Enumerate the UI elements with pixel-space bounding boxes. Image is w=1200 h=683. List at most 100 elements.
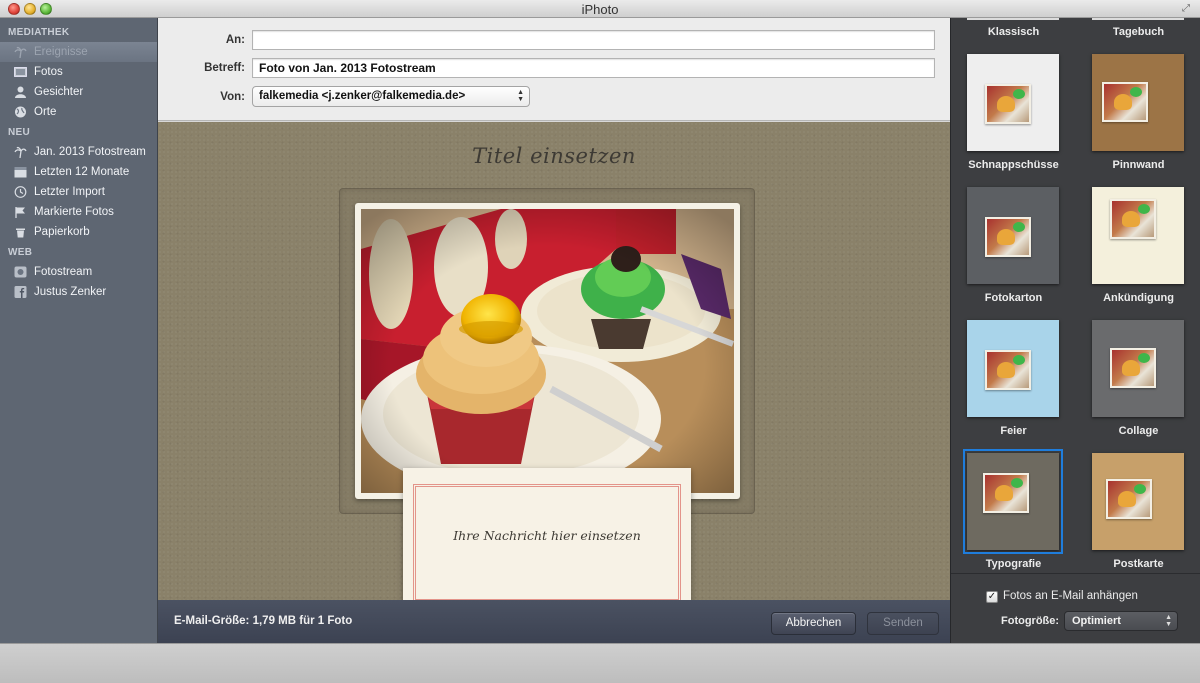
- theme-thumbnail[interactable]: [1092, 54, 1184, 151]
- title-bar: iPhoto ⤢: [0, 0, 1200, 18]
- preview-photo-part: [1011, 478, 1023, 488]
- theme-label: Ankündigung: [1103, 292, 1174, 304]
- theme-preview-photo: [1110, 199, 1156, 239]
- theme-options: ✓ Fotos an E-Mail anhängen Fotogröße: Op…: [951, 573, 1200, 643]
- palm-tree-icon: [14, 46, 27, 58]
- sidebar-item-papierkorb[interactable]: Papierkorb: [0, 222, 157, 242]
- sidebar-item-markierte-fotos[interactable]: Markierte Fotos: [0, 202, 157, 222]
- sidebar-item-label: Markierte Fotos: [34, 206, 114, 218]
- fullscreen-icon[interactable]: ⤢: [1182, 3, 1194, 15]
- subject-label: Betreff:: [204, 62, 245, 74]
- sidebar-item-label: Letzter Import: [34, 186, 105, 198]
- theme-label-klassisch[interactable]: Klassisch: [951, 26, 1076, 38]
- sidebar-item-justus-zenker[interactable]: Justus Zenker: [0, 282, 157, 302]
- photo-size-label: Fotogröße:: [1001, 615, 1060, 627]
- sidebar-item-letzter-import[interactable]: Letzter Import: [0, 182, 157, 202]
- facebook-icon: [14, 286, 27, 298]
- cancel-button[interactable]: Abbrechen: [771, 612, 856, 635]
- subject-input[interactable]: [252, 58, 935, 78]
- sidebar-item-jan-2013-fotostream[interactable]: Jan. 2013 Fotostream: [0, 142, 157, 162]
- theme-collage[interactable]: Collage: [1076, 320, 1200, 453]
- sidebar-item-label: Orte: [34, 106, 57, 118]
- attach-photos-checkbox[interactable]: ✓: [986, 591, 998, 603]
- theme-label-tagebuch[interactable]: Tagebuch: [1076, 26, 1200, 38]
- preview-photo-part: [1134, 484, 1146, 494]
- theme-label: Fotokarton: [984, 292, 1043, 304]
- photos-icon: [14, 67, 27, 77]
- sidebar-item-fotos[interactable]: Fotos: [0, 62, 157, 82]
- email-size-text: E-Mail-Größe: 1,79 MB für 1 Foto: [174, 615, 353, 627]
- from-select[interactable]: falkemedia <j.zenker@falkemedia.de> ▲ ▼: [252, 86, 530, 107]
- theme-preview-photo: [985, 84, 1031, 124]
- preview-photo-part: [997, 96, 1015, 112]
- email-header: An: Betreff: Von: falkemedia <j.zenker@f…: [158, 18, 950, 121]
- sidebar-item-ereignisse[interactable]: Ereignisse: [0, 42, 157, 62]
- message-card[interactable]: Ihre Nachricht hier einsetzen: [403, 468, 691, 600]
- card-canvas: Titel einsetzen Ihre Nachricht hier eins…: [158, 122, 950, 600]
- sidebar-item-label: Fotos: [34, 66, 63, 78]
- theme-preview-photo: [983, 473, 1029, 513]
- preview-photo-part: [995, 485, 1013, 501]
- select-arrows-icon: ▲ ▼: [517, 89, 524, 103]
- photo-size-select[interactable]: Optimiert ▲ ▼: [1064, 611, 1178, 631]
- theme-preview-photo: [985, 350, 1031, 390]
- email-composer: An: Betreff: Von: falkemedia <j.zenker@f…: [158, 18, 950, 643]
- photo-size-value: Optimiert: [1072, 615, 1121, 627]
- sidebar-item-label: Letzten 12 Monate: [34, 166, 130, 178]
- theme-thumbnail[interactable]: [963, 449, 1063, 554]
- preview-photo-part: [1130, 87, 1142, 97]
- sidebar-item-label: Ereignisse: [34, 46, 88, 58]
- theme-label: Pinnwand: [1112, 159, 1165, 171]
- theme-postkarte[interactable]: Postkarte: [1076, 453, 1200, 586]
- theme-thumbnail[interactable]: [967, 187, 1059, 284]
- sidebar-item-label: Gesichter: [34, 86, 84, 98]
- cupcake-image: [361, 209, 734, 493]
- preview-photo-part: [1013, 355, 1025, 365]
- to-label: An:: [225, 34, 245, 46]
- sidebar-item-label: Papierkorb: [34, 226, 90, 238]
- theme-thumbnail[interactable]: [967, 320, 1059, 417]
- theme-ankündigung[interactable]: Ankündigung: [1076, 187, 1200, 320]
- flag-icon: [15, 207, 25, 218]
- theme-typografie[interactable]: Typografie: [951, 449, 1076, 586]
- theme-schnappschüsse[interactable]: Schnappschüsse: [951, 54, 1076, 187]
- theme-thumbnail[interactable]: [967, 54, 1059, 151]
- theme-preview-photo: [985, 217, 1031, 257]
- theme-preview-photo: [1110, 348, 1156, 388]
- preview-photo-part: [1122, 211, 1140, 227]
- theme-label: Schnappschüsse: [968, 159, 1059, 171]
- card-title[interactable]: Titel einsetzen: [158, 144, 950, 168]
- theme-thumbnail[interactable]: [1092, 187, 1184, 284]
- photo-mat: [355, 203, 740, 499]
- from-label: Von:: [220, 91, 245, 103]
- theme-thumb-tagebuch-edge: [1092, 18, 1184, 20]
- sidebar-item-fotostream[interactable]: Fotostream: [0, 262, 157, 282]
- theme-fotokarton[interactable]: Fotokarton: [951, 187, 1076, 320]
- person-icon: [15, 86, 26, 98]
- theme-feier[interactable]: Feier: [951, 320, 1076, 453]
- theme-label: Feier: [1000, 425, 1027, 437]
- theme-label: Typografie: [985, 558, 1042, 570]
- window-title: iPhoto: [581, 2, 619, 17]
- cupcake-photo[interactable]: [361, 209, 734, 493]
- to-input[interactable]: [252, 30, 935, 50]
- preview-photo-part: [1013, 222, 1025, 232]
- message-text[interactable]: Ihre Nachricht hier einsetzen: [403, 528, 691, 543]
- sidebar-item-letzten-12-monate[interactable]: Letzten 12 Monate: [0, 162, 157, 182]
- preview-photo-part: [1013, 89, 1025, 99]
- photostream-icon: [14, 266, 27, 278]
- send-button[interactable]: Senden: [867, 612, 939, 635]
- theme-thumbnail[interactable]: [1092, 320, 1184, 417]
- sidebar-section-web: WEB: [8, 247, 33, 258]
- theme-pinnwand[interactable]: Pinnwand: [1076, 54, 1200, 187]
- theme-thumbnail[interactable]: [1092, 453, 1184, 550]
- attach-photos-label[interactable]: Fotos an E-Mail anhängen: [1003, 590, 1138, 602]
- globe-icon: [15, 106, 26, 118]
- theme-preview-photo: [1102, 82, 1148, 122]
- sidebar-item-gesichter[interactable]: Gesichter: [0, 82, 157, 102]
- preview-photo-part: [997, 362, 1015, 378]
- bottom-toolbar: [0, 643, 1200, 683]
- sidebar-item-orte[interactable]: Orte: [0, 102, 157, 122]
- sidebar-item-label: Jan. 2013 Fotostream: [34, 146, 146, 158]
- clock-icon: [14, 186, 27, 198]
